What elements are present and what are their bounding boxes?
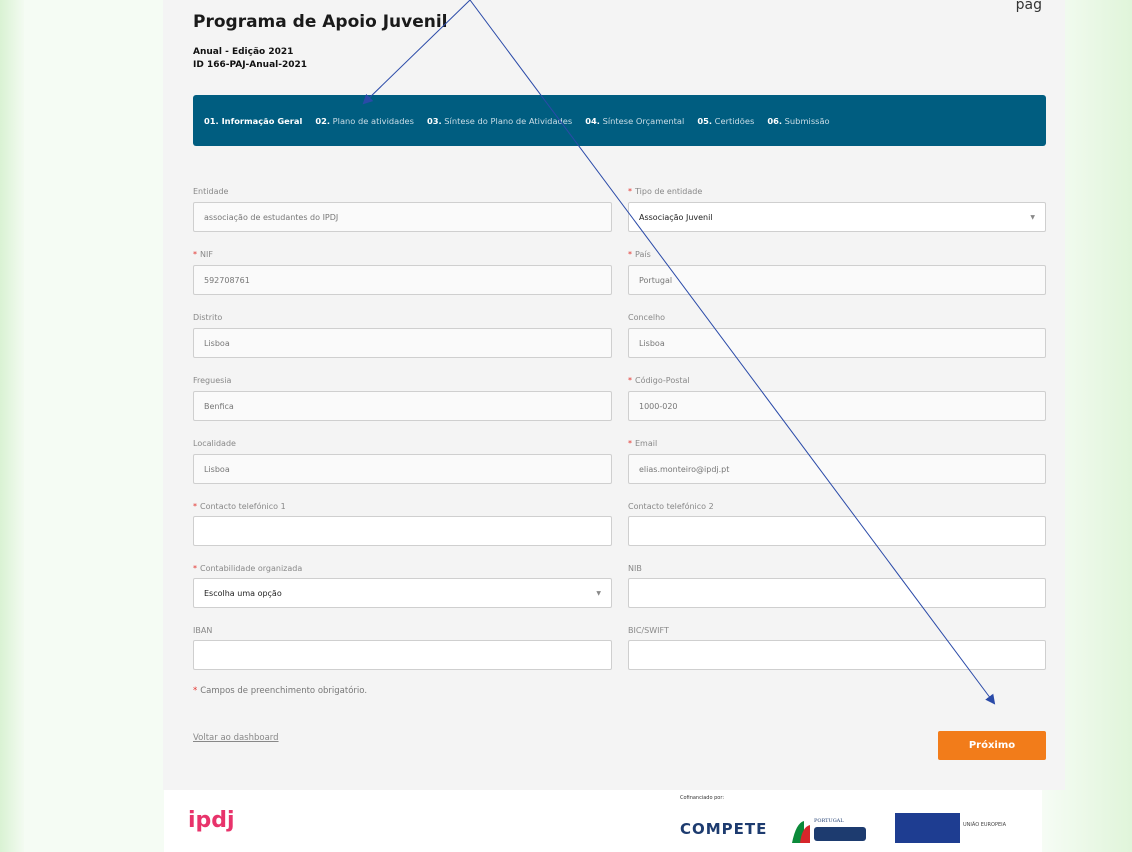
contacto1-input[interactable] [193, 516, 612, 546]
bic-input[interactable] [628, 640, 1046, 670]
contabilidade-label: * Contabilidade organizada [193, 564, 303, 573]
contacto2-label: Contacto telefónico 2 [628, 502, 714, 511]
entidade-field[interactable]: associação de estudantes do IPDJ [193, 202, 612, 232]
nib-input[interactable] [628, 578, 1046, 608]
ipdj-logo: ipdj [188, 808, 235, 833]
contacto2-input[interactable] [628, 516, 1046, 546]
tab-certidoes[interactable]: 05. Certidões [697, 116, 754, 126]
distrito-field[interactable]: Lisboa [193, 328, 612, 358]
page-subtitle: Anual - Edição 2021 ID 166-PAJ-Anual-202… [193, 46, 307, 72]
nib-label: NIB [628, 564, 642, 573]
contacto1-label: * Contacto telefónico 1 [193, 502, 286, 511]
distrito-label: Distrito [193, 313, 223, 322]
email-field[interactable]: elias.monteiro@ipdj.pt [628, 454, 1046, 484]
codigo-postal-label: * Código-Postal [628, 376, 690, 385]
application-id: ID 166-PAJ-Anual-2021 [193, 60, 308, 70]
back-to-dashboard-link[interactable]: Voltar ao dashboard [193, 733, 279, 743]
codigo-postal-field[interactable]: 1000-020 [628, 391, 1046, 421]
email-label: * Email [628, 439, 658, 448]
background-decoration-left-inner [24, 0, 164, 852]
portugal-2020-logo: PORTUGAL [790, 813, 870, 843]
tab-submissao[interactable]: 06. Submissão [767, 116, 829, 126]
localidade-label: Localidade [193, 439, 236, 448]
step-tabs: 01. Informação Geral 02. Plano de ativid… [193, 95, 1046, 146]
tab-sintese-plano[interactable]: 03. Síntese do Plano de Atividades [427, 116, 572, 126]
tab-informacao-geral[interactable]: 01. Informação Geral [204, 116, 302, 126]
chevron-down-icon: ▼ [596, 590, 601, 597]
required-fields-note: * Campos de preenchimento obrigatório. [193, 686, 368, 696]
iban-input[interactable] [193, 640, 612, 670]
localidade-field[interactable]: Lisboa [193, 454, 612, 484]
cofinanced-label: Cofinanciado por: [680, 795, 725, 801]
eu-label: UNIÃO EUROPEIA [963, 822, 1007, 828]
background-decoration-left [0, 0, 24, 852]
chevron-down-icon: ▼ [1030, 214, 1035, 221]
nif-label: * NIF [193, 250, 213, 259]
next-button[interactable]: Próximo [938, 731, 1046, 760]
pais-label: * País [628, 250, 651, 259]
iban-label: IBAN [193, 626, 213, 635]
freguesia-field[interactable]: Benfica [193, 391, 612, 421]
freguesia-label: Freguesia [193, 376, 232, 385]
portugal-label: PORTUGAL [814, 818, 844, 824]
tab-sintese-orcamental[interactable]: 04. Síntese Orçamental [585, 116, 684, 126]
compete-logo: COMPETE [680, 820, 768, 838]
eu-flag-icon [895, 813, 960, 843]
page-title: Programa de Apoio Juvenil [193, 12, 448, 32]
edition-label: Anual - Edição 2021 [193, 47, 294, 57]
concelho-field[interactable]: Lisboa [628, 328, 1046, 358]
concelho-label: Concelho [628, 313, 666, 322]
contabilidade-select[interactable]: Escolha uma opção ▼ [193, 578, 612, 608]
entidade-label: Entidade [193, 187, 229, 196]
bic-label: BIC/SWIFT [628, 626, 669, 635]
tab-plano-atividades[interactable]: 02. Plano de atividades [315, 116, 414, 126]
nif-field[interactable]: 592708761 [193, 265, 612, 295]
tipo-entidade-select[interactable]: Associação Juvenil ▼ [628, 202, 1046, 232]
pais-field[interactable]: Portugal [628, 265, 1046, 295]
top-right-text-fragment: pág [1015, 0, 1042, 13]
tipo-entidade-label: * Tipo de entidade [628, 187, 703, 196]
